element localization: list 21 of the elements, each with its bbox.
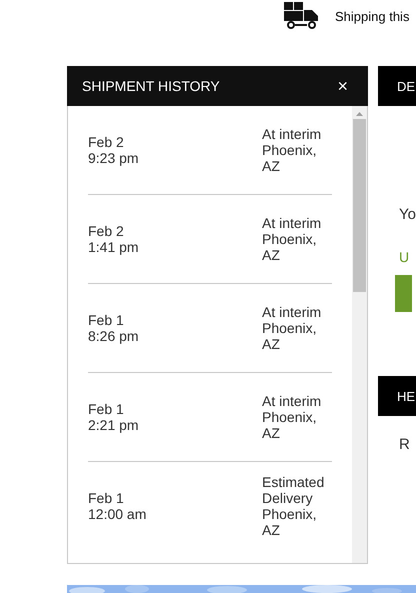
truck-icon — [283, 2, 319, 30]
event-time: Feb 1 8:26 pm — [88, 312, 140, 344]
event-time: Feb 1 12:00 am — [88, 490, 148, 522]
event-status: At interim Phoenix, AZ — [262, 126, 322, 174]
side-panel-text: Yo — [399, 206, 416, 223]
side-panel-title: DE — [397, 78, 416, 94]
event-status: At interim Phoenix, AZ — [262, 393, 322, 441]
event-time: Feb 1 2:21 pm — [88, 401, 140, 433]
event-status: Estimated Delivery Phoenix, AZ — [262, 474, 326, 538]
side-panel-title: HE — [397, 388, 416, 404]
event-time: Feb 2 9:23 pm — [88, 134, 140, 166]
close-button[interactable]: × — [337, 76, 348, 96]
event-status: At interim Phoenix, AZ — [262, 215, 322, 263]
scroll-up-icon[interactable] — [355, 111, 364, 117]
shipping-label: Shipping this — [335, 8, 410, 24]
panel-title: SHIPMENT HISTORY — [82, 78, 220, 94]
scrollbar[interactable] — [352, 106, 367, 563]
event-status: At interim Phoenix, AZ — [262, 304, 322, 352]
action-button[interactable] — [395, 275, 412, 312]
event-time: Feb 2 1:41 pm — [88, 223, 140, 255]
side-panel-text: R — [399, 436, 410, 453]
